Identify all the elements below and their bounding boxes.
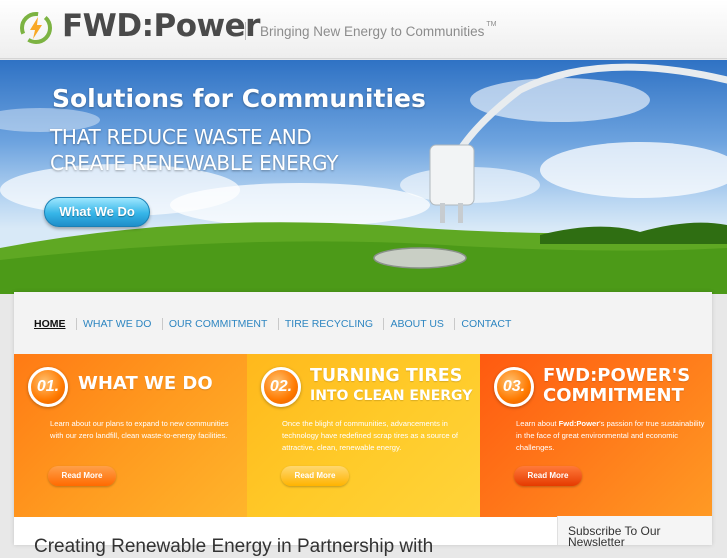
read-more-button[interactable]: Read More <box>281 466 349 486</box>
feature-title-line-1: FWD:POWER'S <box>543 365 691 386</box>
hero-banner: Solutions for Communities THAT REDUCE WA… <box>0 60 727 294</box>
hero-subtitle: THAT REDUCE WASTE AND CREATE RENEWABLE E… <box>50 124 338 176</box>
hero-subtitle-line-1: THAT REDUCE WASTE AND <box>50 125 312 149</box>
tagline-text: Bringing New Energy to Communities <box>260 24 485 39</box>
feature-commitment: 03. FWD:POWER'S COMMITMENT Learn about F… <box>480 354 712 517</box>
nav-item-home[interactable]: HOME <box>34 318 72 330</box>
content-heading: Creating Renewable Energy in Partnership… <box>34 536 434 557</box>
what-we-do-button[interactable]: What We Do <box>44 197 150 227</box>
feature-text: Learn about Fwd:Power's passion for true… <box>516 418 706 454</box>
newsletter-sidebar: Subscribe To Our Newsletter <box>557 516 712 548</box>
nav-item-tire-recycling[interactable]: TIRE RECYCLING <box>277 318 379 330</box>
header-divider <box>245 22 246 40</box>
feature-title: TURNING TIRES INTO CLEAN ENERGY <box>310 366 472 406</box>
read-more-button[interactable]: Read More <box>514 466 582 486</box>
feature-number-badge: 03. <box>494 367 534 407</box>
feature-what-we-do: 01. WHAT WE DO Learn about our plans to … <box>14 354 247 517</box>
feature-text: Learn about our plans to expand to new c… <box>50 419 229 440</box>
site-header: FWD:Power Bringing New Energy to Communi… <box>0 0 727 59</box>
main-panel: HOME WHAT WE DO OUR COMMITMENT TIRE RECY… <box>14 292 712 557</box>
trademark: TM <box>486 21 497 28</box>
hero-title: Solutions for Communities <box>52 84 426 113</box>
hero-subtitle-line-2: CREATE RENEWABLE ENERGY <box>50 151 339 175</box>
brand-name[interactable]: FWD:Power <box>62 8 260 44</box>
nav-list: HOME WHAT WE DO OUR COMMITMENT TIRE RECY… <box>34 314 517 332</box>
main-nav: HOME WHAT WE DO OUR COMMITMENT TIRE RECY… <box>14 292 712 354</box>
read-more-button[interactable]: Read More <box>48 466 116 486</box>
feature-text: Once the blight of communities, advancem… <box>282 419 459 452</box>
logo-icon[interactable] <box>20 12 52 44</box>
feature-title-line-1: WHAT WE DO <box>78 373 213 394</box>
feature-text-before: Learn about <box>516 419 559 428</box>
tagline: Bringing New Energy to Communities TM <box>260 21 497 39</box>
feature-text-brand: Fwd:Power <box>558 419 600 428</box>
feature-title: WHAT WE DO <box>78 374 213 394</box>
feature-number-badge: 02. <box>261 367 301 407</box>
feature-title-line-1: TURNING TIRES <box>310 366 463 386</box>
nav-item-our-commitment[interactable]: OUR COMMITMENT <box>161 318 274 330</box>
feature-title-line-2: COMMITMENT <box>543 385 684 406</box>
nav-item-contact[interactable]: CONTACT <box>454 318 517 330</box>
feature-title-line-2: INTO CLEAN ENERGY <box>310 388 473 404</box>
feature-title: FWD:POWER'S COMMITMENT <box>543 366 690 406</box>
nav-item-what-we-do[interactable]: WHAT WE DO <box>75 318 157 330</box>
nav-item-about-us[interactable]: ABOUT US <box>383 318 449 330</box>
feature-number-badge: 01. <box>28 367 68 407</box>
feature-turning-tires: 02. TURNING TIRES INTO CLEAN ENERGY Once… <box>247 354 480 517</box>
